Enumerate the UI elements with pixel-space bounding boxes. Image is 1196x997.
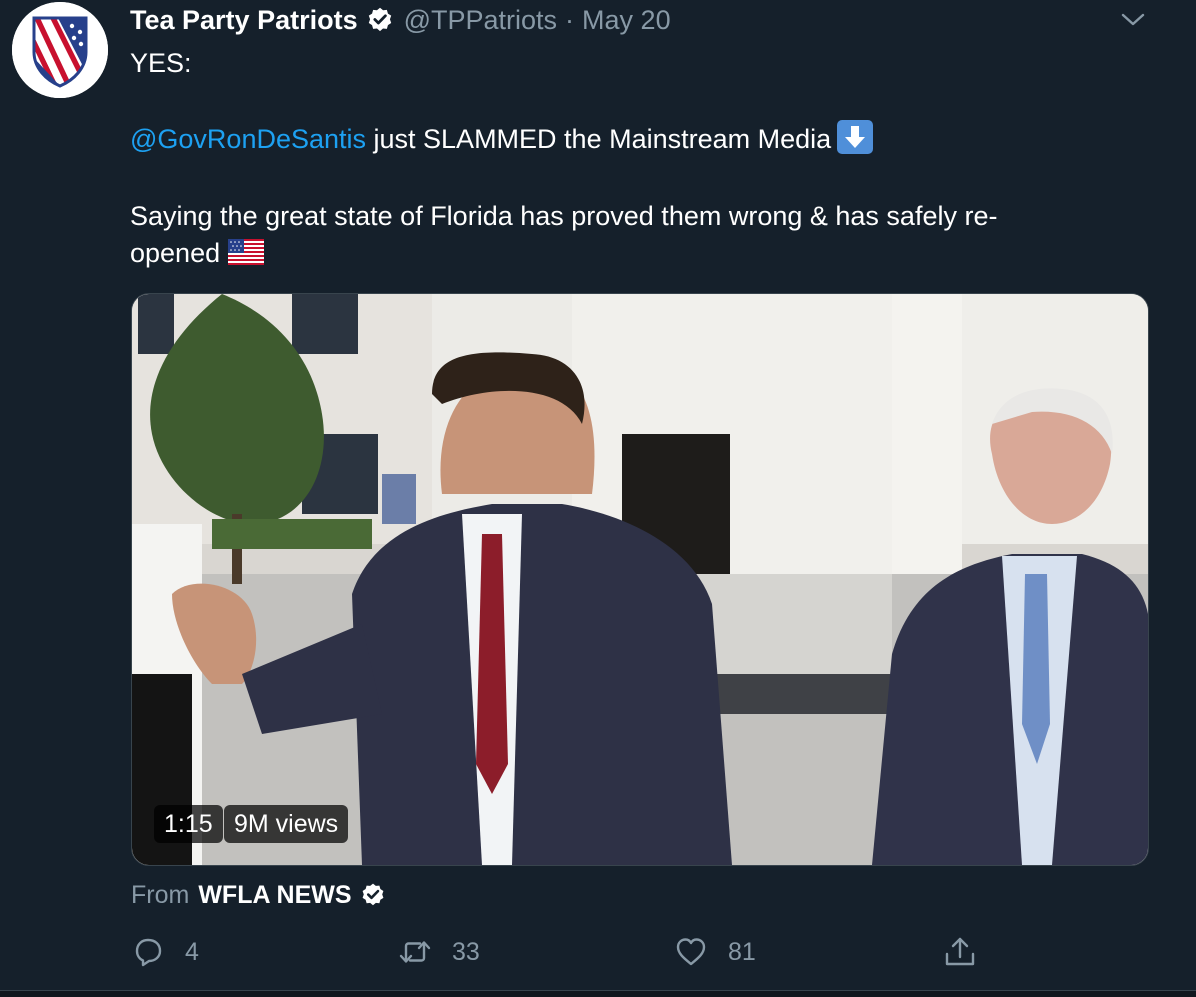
reply-count: 4: [185, 937, 199, 966]
tweet-text-line-3: Saying the great state of Florida has pr…: [130, 201, 998, 231]
like-count: 81: [728, 937, 756, 966]
reply-icon: [135, 938, 162, 967]
tweet-text-line-4: opened: [130, 235, 1140, 272]
handle[interactable]: @TPPatriots: [404, 5, 557, 36]
from-label: From: [131, 880, 190, 909]
video-duration: 1:15: [154, 805, 223, 843]
share-icon: [945, 937, 975, 966]
video-thumbnail: [132, 294, 1148, 865]
tweet-text-segment: just SLAMMED the Mainstream Media: [366, 124, 832, 154]
verified-badge-icon: [366, 6, 394, 34]
tweet-date[interactable]: May 20: [582, 5, 671, 36]
tweet-header: Tea Party Patriots @TPPatriots · May 20: [130, 2, 671, 38]
share-button[interactable]: [943, 930, 977, 974]
heart-icon: [676, 938, 706, 966]
retweet-count: 33: [452, 937, 480, 966]
chevron-down-icon[interactable]: [1118, 8, 1148, 32]
video-views: 9M views: [224, 805, 349, 843]
mention-link[interactable]: @GovRonDeSantis: [130, 124, 366, 154]
tweet-actions: 4 33 81: [0, 930, 1196, 974]
avatar[interactable]: [12, 2, 108, 98]
retweet-icon: [399, 941, 431, 963]
tweet-text-line-1: YES:: [130, 48, 192, 78]
down-arrow-emoji-icon: [837, 120, 874, 154]
tweet-text-line-2: @GovRonDeSantis just SLAMMED the Mainstr…: [130, 120, 1140, 158]
verified-badge-icon: [360, 882, 386, 908]
retweet-button[interactable]: 33: [398, 930, 480, 974]
source-name[interactable]: WFLA NEWS: [198, 881, 351, 910]
like-button[interactable]: 81: [674, 930, 756, 974]
video-player[interactable]: 1:15 9M views: [131, 293, 1149, 866]
tweet-text-segment: opened: [130, 238, 221, 268]
tweet[interactable]: Tea Party Patriots @TPPatriots · May 20 …: [0, 0, 1196, 997]
reply-button[interactable]: 4: [131, 930, 199, 974]
display-name[interactable]: Tea Party Patriots: [130, 5, 358, 36]
shield-logo-icon: [12, 2, 108, 98]
separator-dot: ·: [565, 4, 575, 35]
us-flag-emoji-icon: [228, 239, 265, 265]
media-source: From WFLA NEWS: [131, 877, 386, 913]
